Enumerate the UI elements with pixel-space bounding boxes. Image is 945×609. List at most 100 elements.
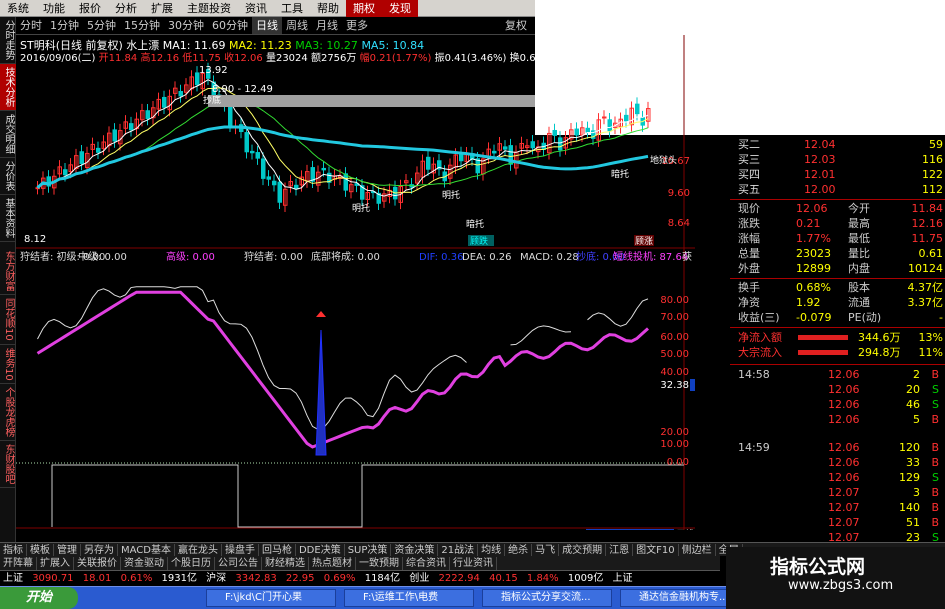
menu-6[interactable]: 资讯 <box>238 0 274 17</box>
info-tab-7[interactable]: 热点题材 <box>309 557 356 570</box>
tab-4[interactable]: MACD基本 <box>118 544 175 556</box>
tab-12[interactable]: 均线 <box>478 544 506 556</box>
tab-16[interactable]: 江恩 <box>606 544 634 556</box>
stat-value2: - <box>939 311 943 324</box>
tab-6[interactable]: 操盘手 <box>222 544 259 556</box>
tab-14[interactable]: 马飞 <box>532 544 560 556</box>
nav-3[interactable]: 分价表 <box>0 158 16 195</box>
tab-0[interactable]: 指标 <box>0 544 27 556</box>
ind-label-c: 高级: 0.00 <box>166 250 215 263</box>
period-8[interactable]: 月线 <box>312 17 342 34</box>
nav-2[interactable]: 成交明细 <box>0 111 16 158</box>
tab-3[interactable]: 另存为 <box>81 544 118 556</box>
info-tab-0[interactable]: 开阵幕 <box>0 557 37 570</box>
tab-1[interactable]: 模板 <box>27 544 54 556</box>
flow-bar <box>798 350 848 355</box>
sh-amount: 1931亿 <box>161 573 197 584</box>
info-tab-9[interactable]: 综合资讯 <box>403 557 450 570</box>
tab-13[interactable]: 绝杀 <box>505 544 533 556</box>
period-3[interactable]: 15分钟 <box>120 17 164 34</box>
kline-chart-area[interactable]: 8.90 - 12.49 13.92 8.12 10.67 9.60 8.64 抄底 明托 明托… <box>16 35 720 541</box>
nav-0[interactable]: 分时走势 <box>0 17 16 64</box>
nav-lower-4[interactable]: 东财股吧 <box>0 441 16 489</box>
stat-label2: 股本 <box>848 281 870 294</box>
nav-lower-1[interactable]: 同花顺10 <box>0 295 16 345</box>
menu-2[interactable]: 报价 <box>72 0 108 17</box>
info-tab-2[interactable]: 关联报价 <box>74 557 121 570</box>
tab-17[interactable]: 图文F10 <box>633 544 679 556</box>
bar-low: 低11.75 <box>182 53 221 64</box>
tick-time: 14:58 <box>738 368 770 381</box>
info-tab-8[interactable]: 一致预期 <box>356 557 403 570</box>
tick-row: 12.06 129 S <box>738 470 943 485</box>
osc-axis-label: 32.38 <box>660 380 689 391</box>
axis-price-3: 8.64 <box>668 218 690 229</box>
nav-lower-2[interactable]: 维务10 <box>0 345 16 385</box>
osc-white-line <box>37 286 649 431</box>
period-bar: 分时 1分钟 5分钟 15分钟 30分钟 60分钟 日线 周线 月线 更多 复权 <box>16 17 535 35</box>
nav-4[interactable]: 基本资料 <box>0 195 16 242</box>
osc-axis-label: 70.00 <box>660 312 689 323</box>
menu-7[interactable]: 工具 <box>274 0 310 17</box>
menu-4[interactable]: 扩展 <box>144 0 180 17</box>
period-0[interactable]: 分时 <box>16 17 46 34</box>
nav-lower-0[interactable]: 东方财富 <box>0 248 16 295</box>
bid-label: 买四 <box>738 168 760 181</box>
bar-amplitude: 振0.41(3.46%) <box>434 53 507 64</box>
stat-value: 1.77% <box>796 232 831 245</box>
tab-8[interactable]: DDE决策 <box>296 544 345 556</box>
menu-5[interactable]: 主题投资 <box>180 0 238 17</box>
info-tab-4[interactable]: 个股日历 <box>168 557 215 570</box>
stat-row: 涨幅 1.77% 最低 11.75 <box>738 231 943 246</box>
nav-lower-3[interactable]: 个股龙虎榜 <box>0 384 16 442</box>
info-tab-10[interactable]: 行业资讯 <box>450 557 497 570</box>
period-5[interactable]: 60分钟 <box>208 17 252 34</box>
nav-1[interactable]: 技术分析 <box>0 64 16 111</box>
candle-body <box>129 123 134 131</box>
restore-button[interactable]: 复权 <box>501 17 531 34</box>
stat-label2: 今开 <box>848 202 870 215</box>
period-4[interactable]: 30分钟 <box>164 17 208 34</box>
tab-11[interactable]: 21战法 <box>438 544 479 556</box>
task-forum[interactable]: 指标公式分享交流... <box>482 589 612 607</box>
chart-canvas[interactable]: 8.90 - 12.4913.928.1210.679.608.64抄底明托明托… <box>16 35 720 541</box>
tab-7[interactable]: 回马枪 <box>259 544 296 556</box>
info-tab-3[interactable]: 资金驱动 <box>121 557 168 570</box>
tab-10[interactable]: 资金决策 <box>391 544 439 556</box>
stat-row: 净资 1.92 流通 3.37亿 <box>738 295 943 310</box>
menu-0[interactable]: 系统 <box>0 0 36 17</box>
start-button[interactable]: 开始 <box>0 587 78 609</box>
stat-row: 换手 0.68% 股本 4.37亿 <box>738 280 943 295</box>
tab-18[interactable]: 侧边栏 <box>679 544 716 556</box>
tick-price: 12.06 <box>828 398 860 411</box>
period-6[interactable]: 日线 <box>252 17 282 34</box>
task-tdx[interactable]: 通达信金融机构专... <box>620 589 730 607</box>
period-9[interactable]: 更多 <box>342 17 372 34</box>
osc-axis-label: 50.00 <box>660 349 689 360</box>
period-7[interactable]: 周线 <box>282 17 312 34</box>
info-tab-6[interactable]: 财经精选 <box>262 557 309 570</box>
menu-10[interactable]: 发现 <box>382 0 418 17</box>
ind-label-h: MACD: 0.28 <box>520 252 579 263</box>
candle-body <box>503 146 508 150</box>
menu-8[interactable]: 帮助 <box>310 0 346 17</box>
menu-3[interactable]: 分析 <box>108 0 144 17</box>
bid-volume: 59 <box>929 138 943 151</box>
sh-value: 3090.71 <box>32 573 74 584</box>
tab-15[interactable]: 成交预期 <box>559 544 607 556</box>
menu-1[interactable]: 功能 <box>36 0 72 17</box>
task-jkd[interactable]: F:\jkd\C门开心果 <box>206 589 336 607</box>
stat-value2: 3.37亿 <box>907 296 944 309</box>
tab-2[interactable]: 管理 <box>54 544 81 556</box>
stat-value: 0.21 <box>796 217 821 230</box>
stat-value: 1.92 <box>796 296 821 309</box>
tab-5[interactable]: 赢在龙头 <box>175 544 222 556</box>
info-tab-5[interactable]: 公司公告 <box>215 557 262 570</box>
period-2[interactable]: 5分钟 <box>83 17 120 34</box>
stat-value2: 10124 <box>908 262 943 275</box>
menu-9[interactable]: 期权 <box>346 0 382 17</box>
info-tab-1[interactable]: 扩展入 <box>37 557 74 570</box>
task-power[interactable]: F:\运维工作\电费 <box>344 589 474 607</box>
tab-9[interactable]: SUP决策 <box>345 544 392 556</box>
period-1[interactable]: 1分钟 <box>46 17 83 34</box>
